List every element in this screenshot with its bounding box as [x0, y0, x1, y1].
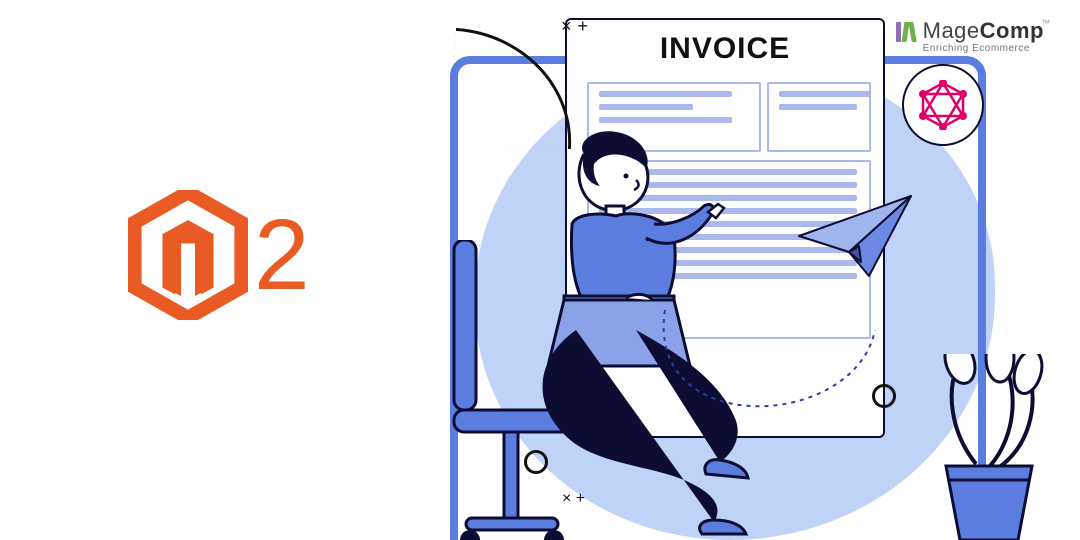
invoice-title: INVOICE	[567, 32, 883, 66]
decorative-ring-icon	[524, 450, 548, 474]
illustration-cluster: INVOICE ×+ ×	[430, 0, 1070, 540]
graphql-badge	[902, 64, 984, 146]
potted-plant-icon	[924, 354, 1054, 540]
sparkle-icon: ×+	[558, 16, 591, 37]
magento2-badge: 2	[128, 190, 310, 320]
paper-plane-icon	[795, 192, 915, 282]
graphql-icon	[918, 80, 968, 130]
person-with-laptop-icon	[476, 120, 786, 540]
sparkle-icon: × +	[562, 490, 585, 508]
decorative-ring-icon	[872, 384, 896, 408]
magento-hex-icon	[128, 190, 248, 320]
magento-version-number: 2	[254, 205, 310, 305]
